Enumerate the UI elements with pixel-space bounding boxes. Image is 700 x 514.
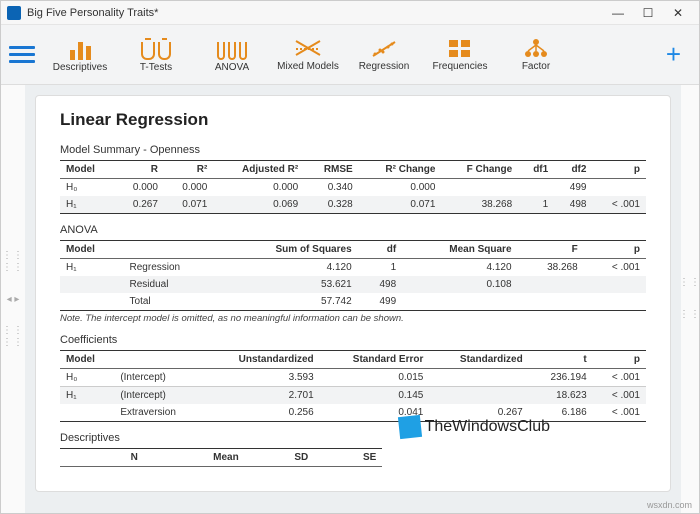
anova-note: Note. The intercept model is omitted, as… bbox=[60, 313, 646, 324]
window-titlebar: Big Five Personality Traits* — ☐ ✕ bbox=[1, 1, 699, 25]
toolbar-anova-button[interactable]: ANOVA bbox=[195, 28, 269, 82]
toolbar-label: Descriptives bbox=[53, 62, 107, 73]
mixed-models-icon bbox=[294, 37, 322, 59]
main-toolbar: Descriptives T-Tests ANOVA Mixed Models … bbox=[1, 25, 699, 85]
toolbar-mixedmodels-button[interactable]: Mixed Models bbox=[271, 28, 345, 82]
source-url: wsxdn.com bbox=[647, 500, 692, 510]
table-row: Extraversion 0.2560.041 0.2676.186< .001 bbox=[60, 404, 646, 422]
gutter-arrow-icon[interactable]: ◂ ▸ bbox=[7, 294, 20, 305]
toolbar-label: Frequencies bbox=[432, 61, 487, 72]
descriptives-title: Descriptives bbox=[60, 432, 646, 444]
ttests-icon bbox=[141, 36, 171, 60]
toolbar-label: ANOVA bbox=[215, 62, 249, 73]
table-row: H₁ 0.2670.071 0.0690.328 0.07138.268 149… bbox=[60, 196, 646, 214]
toolbar-descriptives-button[interactable]: Descriptives bbox=[43, 28, 117, 82]
toolbar-frequencies-button[interactable]: Frequencies bbox=[423, 28, 497, 82]
hamburger-menu-button[interactable] bbox=[9, 42, 35, 68]
anova-table: Model Sum of Squares df Mean Square F p … bbox=[60, 240, 646, 311]
toolbar-label: Mixed Models bbox=[277, 61, 339, 72]
left-gutter: ⋮⋮⋮⋮ ◂ ▸ ⋮⋮⋮⋮ bbox=[1, 85, 25, 513]
maximize-button[interactable]: ☐ bbox=[633, 3, 663, 23]
bar-chart-icon bbox=[65, 36, 95, 60]
table-row: H₁Regression 4.1201 4.12038.268< .001 bbox=[60, 259, 646, 277]
descriptives-table: N Mean SD SE bbox=[60, 448, 382, 467]
page-title: Linear Regression bbox=[60, 110, 646, 130]
table-row: Total 57.742499 bbox=[60, 293, 646, 311]
results-pane[interactable]: Linear Regression Model Summary - Openne… bbox=[25, 85, 681, 513]
minimize-button[interactable]: — bbox=[603, 3, 633, 23]
drag-handle-icon[interactable]: ⋮⋮ bbox=[679, 277, 699, 289]
table-row: Residual 53.621498 0.108 bbox=[60, 276, 646, 293]
coefficients-table: Model Unstandardized Standard Error Stan… bbox=[60, 350, 646, 422]
frequencies-icon bbox=[446, 37, 474, 59]
drag-handle-icon[interactable]: ⋮⋮ bbox=[679, 309, 699, 321]
toolbar-label: Factor bbox=[522, 61, 550, 72]
regression-icon bbox=[370, 37, 398, 59]
add-module-button[interactable]: + bbox=[656, 39, 691, 70]
page-body: ⋮⋮⋮⋮ ◂ ▸ ⋮⋮⋮⋮ Linear Regression Model Su… bbox=[1, 85, 699, 513]
toolbar-label: T-Tests bbox=[140, 62, 172, 73]
model-summary-table: Model R R² Adjusted R² RMSE R² Change F … bbox=[60, 160, 646, 214]
toolbar-ttests-button[interactable]: T-Tests bbox=[119, 28, 193, 82]
drag-handle-icon[interactable]: ⋮⋮⋮⋮ bbox=[2, 250, 24, 274]
model-summary-title: Model Summary - Openness bbox=[60, 144, 646, 156]
results-sheet: Linear Regression Model Summary - Openne… bbox=[35, 95, 671, 492]
anova-title: ANOVA bbox=[60, 224, 646, 236]
toolbar-factor-button[interactable]: Factor bbox=[499, 28, 573, 82]
app-icon bbox=[7, 6, 21, 20]
coefficients-title: Coefficients bbox=[60, 334, 646, 346]
table-row: H₀ 0.0000.000 0.0000.340 0.000 499 bbox=[60, 179, 646, 197]
table-row: H₀(Intercept) 3.5930.015 236.194< .001 bbox=[60, 369, 646, 387]
factor-icon bbox=[522, 37, 550, 59]
toolbar-regression-button[interactable]: Regression bbox=[347, 28, 421, 82]
anova-icon bbox=[217, 36, 247, 60]
toolbar-label: Regression bbox=[359, 61, 410, 72]
right-gutter: ⋮⋮ ⋮⋮ bbox=[681, 85, 699, 513]
drag-handle-icon[interactable]: ⋮⋮⋮⋮ bbox=[2, 325, 24, 349]
table-row: H₁(Intercept) 2.7010.145 18.623< .001 bbox=[60, 387, 646, 405]
window-title: Big Five Personality Traits* bbox=[27, 7, 603, 19]
close-button[interactable]: ✕ bbox=[663, 3, 693, 23]
